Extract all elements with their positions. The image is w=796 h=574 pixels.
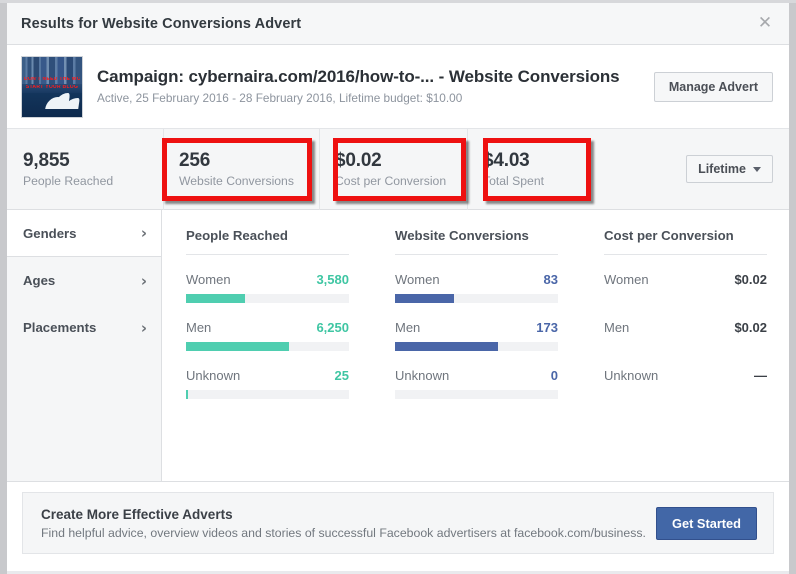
row-label: Women xyxy=(604,272,649,287)
bar-fill xyxy=(395,294,454,303)
get-started-button[interactable]: Get Started xyxy=(656,507,757,540)
metric-row: Men $0.02 xyxy=(604,303,767,351)
dialog-titlebar: Results for Website Conversions Advert ✕ xyxy=(7,3,789,45)
row-value: $0.02 xyxy=(734,272,767,287)
column-header: Website Conversions xyxy=(395,228,558,255)
stat-label: People Reached xyxy=(23,174,163,188)
row-value: $0.02 xyxy=(734,320,767,335)
bar-track xyxy=(186,342,349,351)
sidebar-item-ages[interactable]: Ages › xyxy=(7,257,161,304)
chevron-down-icon xyxy=(753,167,761,172)
stat-value: $0.02 xyxy=(335,150,467,172)
metric-row: Women $0.02 xyxy=(604,255,767,303)
row-value: 6,250 xyxy=(316,320,349,335)
column-website-conversions: Website Conversions Women 83 Men xyxy=(371,228,580,481)
bar-track xyxy=(186,390,349,399)
campaign-header: DON'T NEED THE WORLD START YOUR BLOG Cam… xyxy=(7,45,789,129)
promo-banner: Create More Effective Adverts Find helpf… xyxy=(22,492,774,554)
results-dialog: Results for Website Conversions Advert ✕… xyxy=(7,3,789,571)
thumbnail-overlay-line1: DON'T NEED THE WORLD xyxy=(24,77,80,82)
stat-label: Cost per Conversion xyxy=(335,174,467,188)
sidebar-item-label: Genders xyxy=(23,226,77,241)
stats-strip: 9,855 People Reached 256 Website Convers… xyxy=(7,129,789,210)
close-icon[interactable]: ✕ xyxy=(755,14,775,34)
promo-title: Create More Effective Adverts xyxy=(41,507,656,522)
thumbnail-opera-house xyxy=(46,91,80,109)
bar-fill xyxy=(186,342,289,351)
bar-track xyxy=(395,294,558,303)
metric-row: Men 6,250 xyxy=(186,303,349,351)
sidebar-item-label: Ages xyxy=(23,273,55,288)
row-value: 0 xyxy=(551,368,558,383)
row-label: Women xyxy=(186,272,231,287)
date-range-label: Lifetime xyxy=(698,162,746,176)
promo-text-block: Create More Effective Adverts Find helpf… xyxy=(41,507,656,540)
row-value: 25 xyxy=(335,368,349,383)
metric-row: Unknown 25 xyxy=(186,351,349,399)
stat-website-conversions: 256 Website Conversions xyxy=(163,143,319,195)
row-label: Men xyxy=(604,320,629,335)
row-label: Women xyxy=(395,272,440,287)
bar-fill xyxy=(186,390,188,399)
campaign-title: Campaign: cybernaira.com/2016/how-to-...… xyxy=(97,66,654,87)
row-value: 173 xyxy=(536,320,558,335)
page-edge-right xyxy=(789,0,796,574)
bar-track xyxy=(395,390,558,399)
column-header: Cost per Conversion xyxy=(604,228,767,255)
stat-label: Total Spent xyxy=(483,174,579,188)
metric-row: Unknown 0 xyxy=(395,351,558,399)
row-label: Unknown xyxy=(395,368,449,383)
column-people-reached: People Reached Women 3,580 Men xyxy=(162,228,371,481)
row-label: Men xyxy=(395,320,420,335)
breakdown-sidebar: Genders › Ages › Placements › xyxy=(7,210,162,481)
stat-value: $4.03 xyxy=(483,150,579,172)
row-label: Unknown xyxy=(604,368,658,383)
row-label: Men xyxy=(186,320,211,335)
thumbnail-overlay-line2: START YOUR BLOG xyxy=(24,85,80,90)
bar-fill xyxy=(395,342,498,351)
row-value: — xyxy=(754,368,767,383)
promo-subtitle: Find helpful advice, overview videos and… xyxy=(41,526,656,540)
campaign-text-block: Campaign: cybernaira.com/2016/how-to-...… xyxy=(97,66,654,107)
stat-label: Website Conversions xyxy=(179,174,319,188)
column-cost-per-conversion: Cost per Conversion Women $0.02 Men $0.0… xyxy=(580,228,789,481)
stat-people-reached: 9,855 People Reached xyxy=(7,143,163,195)
page-edge-left xyxy=(0,0,7,574)
chevron-right-icon: › xyxy=(141,272,147,290)
metric-row: Women 3,580 xyxy=(186,255,349,303)
breakdown-body: Genders › Ages › Placements › People Rea… xyxy=(7,210,789,482)
row-label: Unknown xyxy=(186,368,240,383)
sidebar-item-genders[interactable]: Genders › xyxy=(7,210,161,257)
stat-cost-per-conversion: $0.02 Cost per Conversion xyxy=(319,143,467,195)
manage-advert-button[interactable]: Manage Advert xyxy=(654,72,773,102)
bar-track xyxy=(186,294,349,303)
campaign-subtitle: Active, 25 February 2016 - 28 February 2… xyxy=(97,91,654,106)
metric-row: Unknown — xyxy=(604,351,767,399)
bar-track xyxy=(395,342,558,351)
metric-row: Women 83 xyxy=(395,255,558,303)
column-header: People Reached xyxy=(186,228,349,255)
stat-value: 256 xyxy=(179,150,319,172)
chevron-right-icon: › xyxy=(141,224,147,242)
screenshot-root: Results for Website Conversions Advert ✕… xyxy=(0,0,796,574)
stat-value: 9,855 xyxy=(23,150,163,172)
sidebar-item-placements[interactable]: Placements › xyxy=(7,304,161,351)
breakdown-columns: People Reached Women 3,580 Men xyxy=(162,210,789,481)
sidebar-item-label: Placements xyxy=(23,320,96,335)
metric-row: Men 173 xyxy=(395,303,558,351)
stat-total-spent: $4.03 Total Spent xyxy=(467,143,579,195)
campaign-thumbnail: DON'T NEED THE WORLD START YOUR BLOG xyxy=(21,56,83,118)
chevron-right-icon: › xyxy=(141,319,147,337)
row-value: 3,580 xyxy=(316,272,349,287)
date-range-selector[interactable]: Lifetime xyxy=(686,155,773,183)
bar-fill xyxy=(186,294,245,303)
footer-area: Create More Effective Adverts Find helpf… xyxy=(7,482,789,564)
dialog-title: Results for Website Conversions Advert xyxy=(7,16,301,32)
row-value: 83 xyxy=(544,272,558,287)
